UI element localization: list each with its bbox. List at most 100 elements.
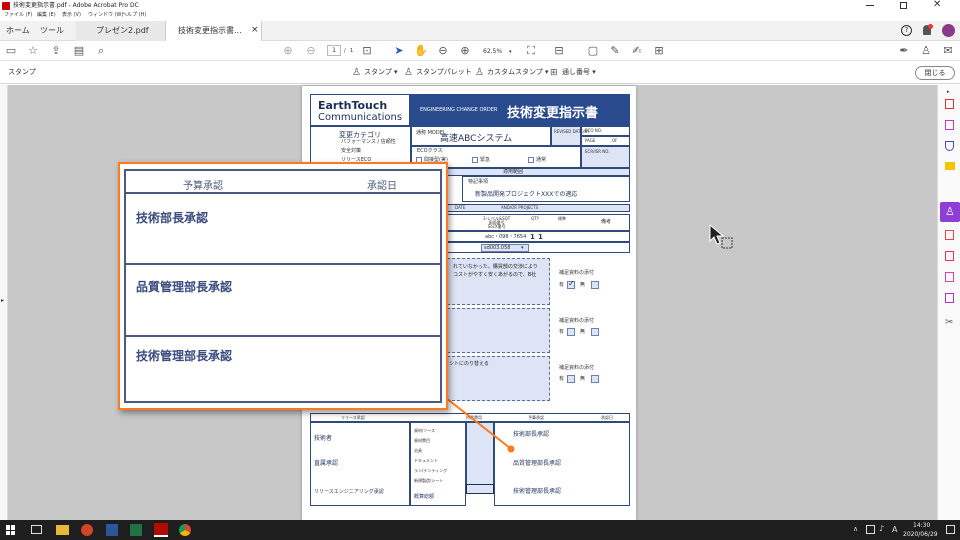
more-tools-icon[interactable]: ✂ [945,317,953,328]
avatar[interactable] [942,24,955,37]
create-pdf-icon[interactable]: ▭ [5,44,17,57]
comment-icon[interactable]: ▢ [587,44,599,57]
release-approval-header: リリース承認 [341,415,365,420]
page-down-icon[interactable]: ⊖ [305,44,317,57]
combine-icon[interactable] [945,251,954,261]
notification-center-icon[interactable] [946,525,955,534]
menu-help[interactable]: ヘルプ (H) [122,13,146,18]
comment-tool-icon[interactable] [945,162,955,170]
supp-no-checkbox-3[interactable] [591,375,599,383]
search-icon[interactable]: ⌕ [95,44,107,57]
email-icon[interactable]: ✉ [942,44,954,57]
clock-date[interactable]: 2020/06/29 [903,531,938,538]
supp-yes-checkbox-3[interactable] [567,375,575,383]
page-up-icon[interactable]: ⊕ [282,44,294,57]
tab-document-1-label: プレゼン2.pdf [96,26,149,35]
chrome-icon[interactable] [179,524,191,536]
menu-edit[interactable]: 編集 (E) [37,13,56,18]
stamp-tool-active[interactable]: ♙ [940,202,960,222]
acrobat-icon[interactable] [154,523,168,537]
description-area-2[interactable] [442,308,550,353]
edit-pdf-icon[interactable] [945,120,954,130]
network-icon[interactable] [866,525,875,534]
word-icon[interactable] [106,524,118,536]
cost-item-2: 資材費目 [414,438,430,443]
hand-tool-icon[interactable]: ✋ [414,44,428,57]
volume-icon[interactable]: ♪ [879,524,884,533]
description-area-1[interactable]: れていなかった。購買部の交渉により コストがやすく安くあがるので、B社 [442,258,550,305]
create-pdf-tool-icon[interactable] [945,230,954,240]
powerpoint-icon[interactable] [81,524,93,536]
collapse-right-icon[interactable]: ▸ [947,89,950,95]
logo-box: EarthTouch Communications [310,94,410,126]
zoom-level[interactable]: 62.5% [483,49,502,55]
menu-file[interactable]: ファイル (F) [4,13,32,18]
fill-sign-icon[interactable]: ✒ [898,44,910,57]
tab-document-1[interactable]: プレゼン2.pdf [76,21,166,41]
supp-yes-checkbox-2[interactable] [567,328,575,336]
pen-icon[interactable]: ✎ [609,44,621,57]
tab-tools[interactable]: ツール [40,27,64,35]
class-item-2: 緊急 [480,157,491,163]
file-explorer-icon[interactable] [56,525,69,535]
cost-total-field[interactable] [466,484,494,494]
bottom-left-block: 技術者 直属承認 リリースエンジニアリング承認 [310,422,410,506]
app-icon [2,2,10,10]
company-logo-line2: Communications [318,112,403,123]
zoom-divider-3 [126,335,440,337]
share-icon[interactable]: ⊞ [653,44,665,57]
zoom-marquee-icon[interactable]: ⊡ [361,44,373,57]
print-icon[interactable]: ▤ [73,44,85,57]
qty-1: 1 [530,233,535,241]
windows-start-icon[interactable] [6,525,16,535]
share-user-icon[interactable]: ♙ [920,44,932,57]
excel-icon[interactable] [130,524,142,536]
clock-time[interactable]: 14:30 [913,522,930,529]
left-panel-toggle[interactable]: ▸ [0,85,8,520]
supp-no-checkbox-1[interactable] [591,281,599,289]
expand-left-icon[interactable]: ▸ [1,297,4,304]
close-window-icon[interactable]: ✕ [933,0,941,10]
organize-icon[interactable] [945,272,954,282]
zoom-out-icon[interactable]: ⊖ [437,44,449,57]
tab-document-2[interactable]: 技術変更指示書... × [166,21,262,42]
date-project-row: DATE AND/OR PROJECTS [442,204,630,212]
category-item-1: パフォーマンス / 信頼性 [341,139,396,145]
select-cursor-icon[interactable]: ➤ [393,44,405,57]
signature-icon[interactable]: ✍ [631,44,643,57]
supp-yes-1: 有 [559,282,565,288]
stamp-palette-button[interactable]: スタンプパレット [416,69,472,76]
upload-icon[interactable]: ⇪ [50,44,62,57]
zoom-in-icon[interactable]: ⊕ [459,44,471,57]
supp-no-checkbox-2[interactable] [591,328,599,336]
help-icon[interactable]: ? [901,25,912,36]
class-checkbox-3[interactable] [528,157,534,163]
stamp-toolbar: スタンプ ♙ スタンプ ▾ ♙ スタンプパレット ♙ カスタムスタンプ ▾ ⊞ … [0,62,960,84]
tab-close-icon[interactable]: × [251,26,259,35]
ime-indicator[interactable]: A [892,525,897,534]
close-tool-button[interactable]: 閉じる [915,66,955,80]
col-header-note: 備考 [601,219,612,225]
tray-chevron-icon[interactable]: ∧ [853,525,858,533]
menu-view[interactable]: 表示 (V) [62,13,81,18]
class-checkbox-2[interactable] [472,157,478,163]
zoom-dropdown-icon[interactable]: ▾ [509,49,512,55]
part-dropdown-icon[interactable]: ▾ [521,246,524,251]
protect-icon[interactable] [945,141,954,151]
minimize-icon[interactable] [866,5,874,6]
page-number-input[interactable]: 1 [327,45,341,56]
stamp-menu[interactable]: スタンプ ▾ [364,69,398,76]
custom-stamp-menu[interactable]: カスタムスタンプ ▾ [487,69,549,76]
tab-home[interactable]: ホーム [6,27,30,35]
bookmark-star-icon[interactable]: ☆ [27,44,39,57]
serial-number-menu[interactable]: 通し番号 ▾ [562,69,596,76]
form-icon[interactable] [945,293,954,303]
task-view-icon[interactable] [31,525,42,534]
export-pdf-icon[interactable] [945,99,954,109]
ecr-label: ECR/ISR NO. [585,149,610,154]
fit-page-icon[interactable]: ⛶ [525,44,537,57]
std-1: 1 [538,233,543,241]
read-mode-icon[interactable]: ⊟ [553,44,565,57]
maximize-icon[interactable] [900,2,907,9]
menu-window[interactable]: ウィンドウ (W) [88,13,123,18]
